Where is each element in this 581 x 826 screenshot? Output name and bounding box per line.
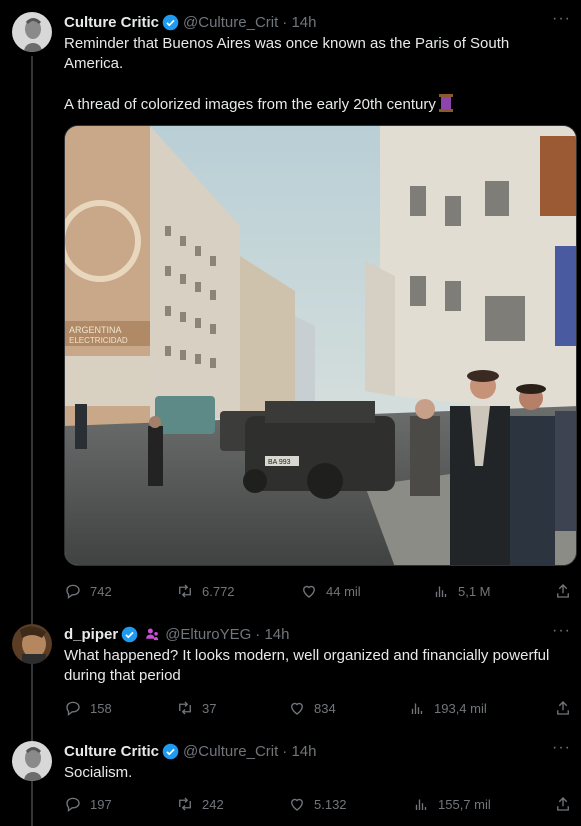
share-icon [557, 584, 569, 598]
spool-of-thread-emoji [438, 94, 453, 112]
tweet-actions: 742 6.772 44 mil 5,1 M [64, 581, 572, 601]
more-options-button[interactable]: ··· [552, 11, 571, 27]
like-button[interactable]: 5.132 [288, 794, 347, 814]
views-chart-icon [435, 586, 447, 597]
like-button[interactable]: 44 mil [300, 581, 361, 601]
repost-count: 37 [202, 700, 217, 716]
sign-text-argentina: ARGENTINA [69, 325, 122, 335]
views-button[interactable]: 5,1 M [432, 581, 491, 601]
reply-count: 158 [90, 700, 112, 716]
avatar-bust-image [12, 741, 52, 781]
tweet-2[interactable]: d_piper @ElturoYEG · 14h ··· What happen… [0, 623, 581, 734]
reply-icon [66, 797, 80, 812]
avatar[interactable] [12, 12, 52, 52]
views-button[interactable]: 155,7 mil [412, 794, 491, 814]
like-count: 5.132 [314, 796, 347, 812]
repost-button[interactable]: 242 [176, 794, 224, 814]
reply-button[interactable]: 158 [64, 698, 112, 718]
author-handle[interactable]: @Culture_Crit [183, 743, 278, 760]
author-name[interactable]: Culture Critic [64, 14, 159, 31]
views-chart-icon [415, 799, 427, 810]
repost-count: 6.772 [202, 583, 235, 599]
verified-badge-icon [162, 743, 179, 759]
tweet-header: d_piper @ElturoYEG · 14h [64, 624, 289, 644]
avatar[interactable] [12, 624, 52, 664]
reply-button[interactable]: 742 [64, 581, 112, 601]
more-options-button[interactable]: ··· [552, 740, 571, 756]
repost-button[interactable]: 6.772 [176, 581, 235, 601]
tweet-3[interactable]: Culture Critic @Culture_Crit · 14h ··· S… [0, 740, 581, 826]
colorized-street-photo: ARGENTINA ELECTRICIDAD BA 993 [65, 126, 576, 565]
tweet-actions: 197 242 5.132 155,7 mil [64, 794, 572, 814]
timestamp[interactable]: · 14h [282, 743, 316, 760]
repost-icon [179, 797, 191, 811]
repost-button[interactable]: 37 [176, 698, 216, 718]
timestamp[interactable]: · 14h [282, 14, 316, 31]
more-options-button[interactable]: ··· [552, 623, 571, 639]
share-button[interactable] [554, 794, 572, 814]
like-count: 44 mil [326, 583, 361, 599]
reply-count: 742 [90, 583, 112, 599]
like-button[interactable]: 834 [288, 698, 336, 718]
like-count: 834 [314, 700, 336, 716]
author-name[interactable]: Culture Critic [64, 743, 159, 760]
affiliate-people-icon [146, 627, 159, 640]
reply-count: 197 [90, 796, 112, 812]
share-button[interactable] [554, 698, 572, 718]
timestamp[interactable]: · 14h [255, 626, 289, 643]
tweet-text: What happened? It looks modern, well org… [64, 647, 550, 684]
reply-icon [66, 701, 80, 716]
repost-icon [179, 584, 191, 598]
verified-badge-icon [121, 626, 138, 642]
repost-icon [179, 701, 191, 715]
share-icon [557, 701, 569, 715]
avatar[interactable] [12, 741, 52, 781]
license-plate: BA 993 [268, 459, 291, 466]
reply-button[interactable]: 197 [64, 794, 112, 814]
author-handle[interactable]: @ElturoYEG [165, 626, 251, 643]
heart-icon [291, 798, 303, 811]
avatar-photo [12, 624, 52, 664]
tweet-photo[interactable]: ARGENTINA ELECTRICIDAD BA 993 [64, 125, 577, 566]
heart-icon [303, 585, 315, 598]
avatar-bust-image [12, 12, 52, 52]
tweet-text: Reminder that Buenos Aires was once know… [64, 34, 569, 115]
sign-text-electricidad: ELECTRICIDAD [69, 336, 128, 345]
views-count: 5,1 M [458, 583, 491, 599]
tweet-1[interactable]: Culture Critic @Culture_Crit · 14h ··· R… [0, 11, 581, 612]
views-button[interactable]: 193,4 mil [408, 698, 487, 718]
share-icon [557, 797, 569, 811]
tweet-actions: 158 37 834 193,4 mil [64, 698, 572, 718]
tweet-header: Culture Critic @Culture_Crit · 14h [64, 12, 316, 32]
tweet-header: Culture Critic @Culture_Crit · 14h [64, 741, 316, 761]
author-handle[interactable]: @Culture_Crit [183, 14, 278, 31]
reply-icon [66, 584, 80, 599]
repost-count: 242 [202, 796, 224, 812]
views-count: 193,4 mil [434, 700, 487, 716]
verified-badge-icon [162, 14, 179, 30]
share-button[interactable] [554, 581, 572, 601]
author-name[interactable]: d_piper [64, 626, 118, 643]
views-chart-icon [411, 703, 423, 714]
heart-icon [291, 702, 303, 715]
views-count: 155,7 mil [438, 796, 491, 812]
tweet-text: Socialism. [64, 764, 133, 781]
